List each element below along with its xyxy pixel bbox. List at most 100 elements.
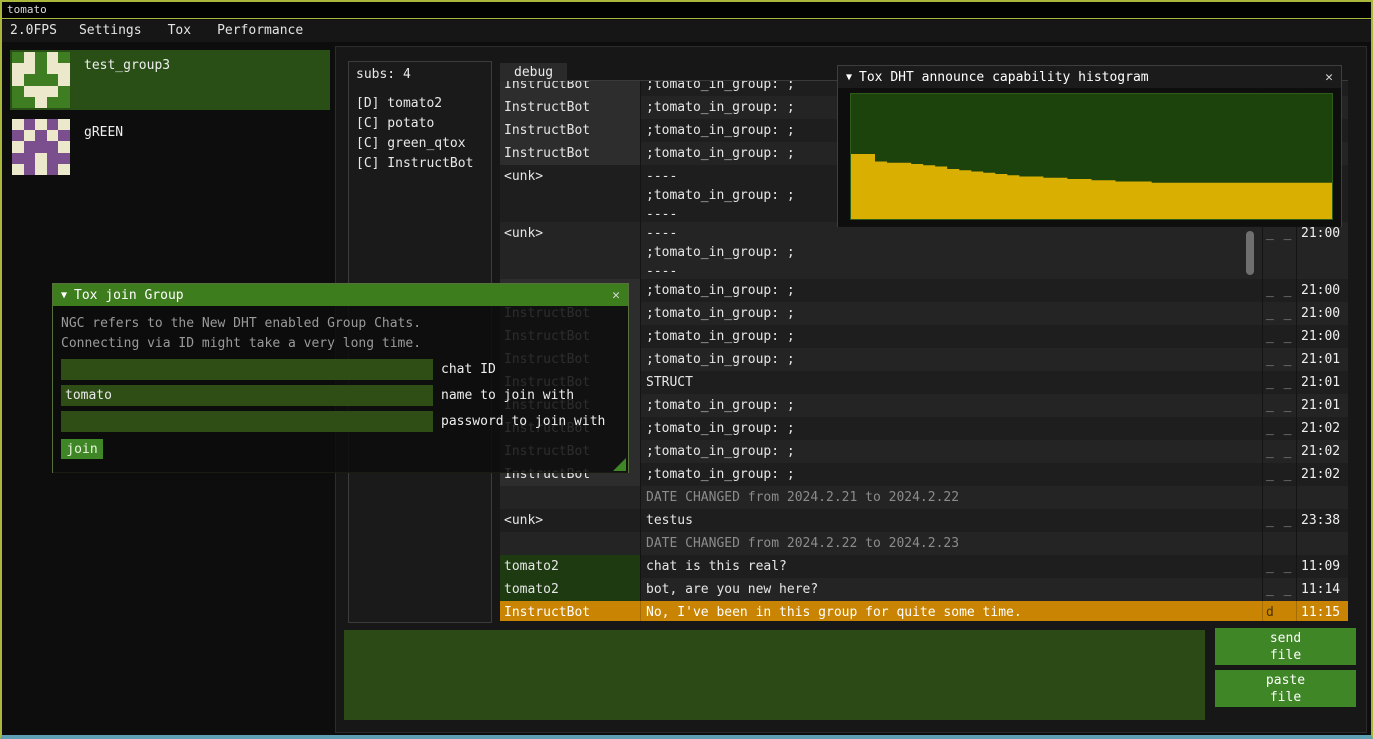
message-text: ;tomato_in_group: ; (641, 302, 1262, 325)
join-field: password to join with (61, 411, 620, 432)
send-file-button[interactable]: send file (1215, 628, 1356, 665)
timestamp: 11:09 (1296, 555, 1348, 578)
delivery-status: _ _ (1262, 222, 1296, 279)
group-avatar-test_group3-icon (12, 52, 70, 108)
sender-name: <unk> (500, 165, 641, 222)
delivery-status: _ _ (1262, 279, 1296, 302)
collapse-icon[interactable]: ▼ (61, 290, 67, 301)
chat-row[interactable]: <unk>----;tomato_in_group: ;----_ _21:00 (500, 222, 1348, 279)
delivery-status: _ _ (1262, 394, 1296, 417)
menubar: 2.0FPS SettingsToxPerformance (2, 20, 1371, 42)
message-input[interactable] (344, 630, 1205, 720)
delivery-status: _ _ (1262, 509, 1296, 532)
sender-name: InstructBot (500, 601, 641, 621)
subs-member-green_qtox[interactable]: [C] green_qtox (349, 134, 491, 154)
sender-name (500, 486, 641, 509)
delivery-status: _ _ (1262, 371, 1296, 394)
join-group-window: ▼ Tox join Group ✕ NGC refers to the New… (52, 283, 629, 473)
sender-name: tomato2 (500, 578, 641, 601)
message-text: ;tomato_in_group: ; (641, 394, 1262, 417)
sender-name: InstructBot (500, 142, 641, 165)
message-text: testus (641, 509, 1262, 532)
message-text: STRUCT (641, 371, 1262, 394)
message-text: ;tomato_in_group: ; (641, 348, 1262, 371)
subs-member-InstructBot[interactable]: [C] InstructBot (349, 154, 491, 174)
delivery-status: _ _ (1262, 302, 1296, 325)
delivery-status: _ _ (1262, 325, 1296, 348)
timestamp (1296, 486, 1348, 509)
join-group-title: Tox join Group (74, 288, 184, 303)
join-name-input[interactable] (61, 385, 433, 406)
join-group-titlebar[interactable]: ▼ Tox join Group ✕ (53, 284, 628, 306)
join-field: chat ID (61, 359, 620, 380)
join-info-line: NGC refers to the New DHT enabled Group … (61, 314, 620, 334)
delivery-status: _ _ (1262, 578, 1296, 601)
resize-grip[interactable] (613, 458, 626, 471)
sender-name: <unk> (500, 222, 641, 279)
message-text: ;tomato_in_group: ; (641, 440, 1262, 463)
timestamp: 23:38 (1296, 509, 1348, 532)
sidebar-item-gREEN[interactable]: gREEN (10, 117, 330, 177)
delivery-status: _ _ (1262, 463, 1296, 486)
sidebar-item-test_group3[interactable]: test_group3 (10, 50, 330, 110)
dht-histogram-titlebar[interactable]: ▼ Tox DHT announce capability histogram … (838, 66, 1341, 88)
subs-list: [D] tomato2[C] potato[C] green_qtox[C] I… (349, 94, 491, 174)
timestamp: 21:02 (1296, 417, 1348, 440)
date-divider: DATE CHANGED from 2024.2.22 to 2024.2.23 (641, 532, 1262, 555)
chat-row[interactable]: DATE CHANGED from 2024.2.21 to 2024.2.22 (500, 486, 1348, 509)
subs-count: subs: 4 (349, 62, 491, 82)
join-password-input[interactable] (61, 411, 433, 432)
menu-items: SettingsToxPerformance (66, 20, 316, 42)
delivery-status: _ _ (1262, 348, 1296, 371)
subs-member-potato[interactable]: [C] potato (349, 114, 491, 134)
sender-name: tomato2 (500, 555, 641, 578)
timestamp: 11:14 (1296, 578, 1348, 601)
window-title: tomato (7, 3, 47, 16)
chat-row[interactable]: tomato2chat is this real?_ _11:09 (500, 555, 1348, 578)
dht-histogram-plot[interactable] (850, 93, 1333, 220)
subs-member-tomato2[interactable]: [D] tomato2 (349, 94, 491, 114)
close-icon[interactable]: ✕ (1325, 70, 1333, 85)
timestamp: 21:01 (1296, 394, 1348, 417)
timestamp (1296, 532, 1348, 555)
chat-id-input[interactable] (61, 359, 433, 380)
timestamp: 11:15 (1296, 601, 1348, 621)
dht-histogram-body (838, 88, 1341, 227)
message-text: chat is this real? (641, 555, 1262, 578)
delivery-status (1262, 486, 1296, 509)
window-titlebar: tomato (2, 2, 1371, 19)
chat-row[interactable]: InstructBotNo, I've been in this group f… (500, 601, 1348, 621)
timestamp: 21:00 (1296, 279, 1348, 302)
chat-row[interactable]: <unk>testus_ _23:38 (500, 509, 1348, 532)
message-text: ----;tomato_in_group: ;---- (641, 222, 1262, 279)
message-text: ;tomato_in_group: ; (641, 417, 1262, 440)
dht-histogram-title: Tox DHT announce capability histogram (859, 70, 1149, 85)
delivery-status: _ _ (1262, 555, 1296, 578)
dht-histogram-window: ▼ Tox DHT announce capability histogram … (837, 65, 1342, 227)
group-avatar-gREEN-icon (12, 119, 70, 175)
close-icon[interactable]: ✕ (612, 288, 620, 303)
tab-debug[interactable]: debug (500, 63, 567, 83)
join-field-label: chat ID (441, 362, 496, 377)
menu-item-performance[interactable]: Performance (204, 23, 316, 38)
group-name: test_group3 (84, 58, 170, 73)
chat-scrollbar-thumb[interactable] (1246, 231, 1254, 275)
delivery-status: d (1262, 601, 1296, 621)
message-text: ;tomato_in_group: ; (641, 325, 1262, 348)
delivery-status: _ _ (1262, 417, 1296, 440)
timestamp: 21:00 (1296, 325, 1348, 348)
chat-row[interactable]: tomato2bot, are you new here?_ _11:14 (500, 578, 1348, 601)
delivery-status: _ _ (1262, 440, 1296, 463)
sender-name: InstructBot (500, 81, 641, 96)
join-button[interactable]: join (61, 439, 103, 459)
menu-item-tox[interactable]: Tox (155, 23, 204, 38)
menu-item-settings[interactable]: Settings (66, 23, 155, 38)
paste-file-button[interactable]: paste file (1215, 670, 1356, 707)
chat-row[interactable]: DATE CHANGED from 2024.2.22 to 2024.2.23 (500, 532, 1348, 555)
join-info-line: Connecting via ID might take a very long… (61, 334, 620, 354)
group-name: gREEN (84, 125, 123, 140)
join-field-label: name to join with (441, 388, 574, 403)
timestamp: 21:01 (1296, 371, 1348, 394)
collapse-icon[interactable]: ▼ (846, 72, 852, 83)
timestamp: 21:02 (1296, 463, 1348, 486)
